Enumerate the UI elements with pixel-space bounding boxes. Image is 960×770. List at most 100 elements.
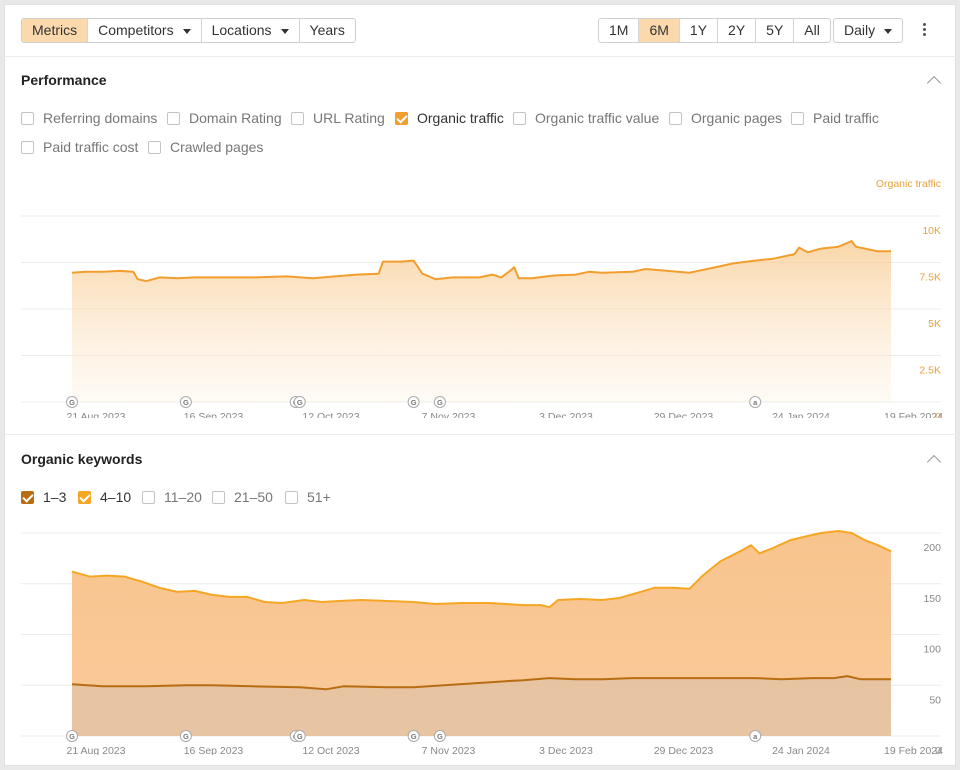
position-filter-4-10[interactable]: 4–10 — [78, 489, 131, 505]
range-button-label: 5Y — [766, 22, 784, 38]
y-tick-label: 100 — [923, 644, 941, 656]
position-filter-label: 21–50 — [234, 489, 273, 505]
chevron-up-icon[interactable] — [926, 75, 942, 91]
main-card: Metrics Competitors Locations Years 1M 6M 1Y 2… — [4, 4, 957, 766]
x-tick-label: 3 Dec 2023 — [539, 745, 593, 755]
organic-traffic-chart: 02.5K5K7.5K10KOrganic traffic21 Aug 2023… — [21, 178, 943, 418]
x-tick-label: 7 Nov 2023 — [422, 745, 476, 755]
granularity-dropdown[interactable]: Daily — [833, 18, 904, 43]
checkbox-checked-icon[interactable] — [78, 490, 91, 504]
metric-option-paid-traffic[interactable]: Paid traffic — [791, 110, 879, 126]
range-button-6m[interactable]: 6M — [639, 19, 680, 42]
annotation-marker: G — [407, 396, 420, 408]
annotation-marker: G — [293, 730, 306, 742]
annotation-marker: G — [179, 730, 192, 742]
metric-option-label: URL Rating — [313, 110, 385, 126]
annotation-label: G — [297, 398, 303, 407]
chevron-up-icon[interactable] — [926, 454, 942, 470]
metric-option-label: Organic traffic — [417, 110, 504, 126]
caret-down-icon — [280, 29, 289, 34]
metric-option-label: Paid traffic — [813, 110, 879, 126]
position-filter-label: 51+ — [307, 489, 331, 505]
metric-option-url-rating[interactable]: URL Rating — [291, 110, 385, 126]
x-tick-label: 16 Sep 2023 — [184, 745, 244, 755]
view-tab-locations[interactable]: Locations — [202, 19, 300, 42]
vertical-dots-icon[interactable] — [919, 21, 929, 41]
y-tick-label: 10K — [922, 225, 941, 237]
checkbox-icon[interactable] — [513, 111, 526, 125]
range-button-label: 2Y — [728, 22, 746, 38]
range-button-1m[interactable]: 1M — [599, 19, 640, 42]
granularity-button[interactable]: Daily — [834, 19, 902, 42]
x-tick-label: 29 Dec 2023 — [654, 745, 714, 755]
annotation-marker: a — [749, 396, 762, 408]
checkbox-icon[interactable] — [291, 111, 304, 125]
checkbox-icon[interactable] — [148, 140, 161, 154]
caret-down-icon — [884, 29, 893, 34]
range-button-5y[interactable]: 5Y — [756, 19, 795, 42]
y-tick-label: 50 — [929, 694, 941, 706]
checkbox-icon[interactable] — [142, 490, 155, 504]
x-tick-label: 19 Feb 2024 — [884, 745, 943, 755]
position-filter-1-3[interactable]: 1–3 — [21, 489, 66, 505]
range-button-label: 6M — [649, 22, 669, 38]
range-button-label: 1M — [609, 22, 629, 38]
y-tick-label: 5K — [928, 318, 941, 330]
y-axis-series-label: Organic traffic — [876, 178, 941, 190]
checkbox-icon[interactable] — [167, 111, 180, 125]
annotation-label: G — [69, 732, 75, 741]
view-tab-years[interactable]: Years — [300, 19, 355, 42]
metric-option-organic-traffic-value[interactable]: Organic traffic value — [513, 110, 659, 126]
view-tab-label: Metrics — [32, 22, 78, 38]
metric-option-organic-pages[interactable]: Organic pages — [669, 110, 782, 126]
checkbox-icon[interactable] — [212, 490, 225, 504]
view-tab-label: Years — [309, 22, 345, 38]
metric-option-crawled-pages[interactable]: Crawled pages — [148, 139, 263, 155]
annotation-label: G — [297, 732, 303, 741]
position-filter-21-50[interactable]: 21–50 — [212, 489, 273, 505]
organic-keywords-title: Organic keywords — [21, 451, 143, 467]
annotation-marker: G — [407, 730, 420, 742]
x-tick-label: 24 Jan 2024 — [772, 745, 830, 755]
view-tab-metrics[interactable]: Metrics — [22, 19, 89, 42]
position-filter-label: 1–3 — [43, 489, 67, 505]
metric-option-label: Organic traffic value — [535, 110, 660, 126]
x-tick-label: 19 Feb 2024 — [884, 411, 943, 418]
x-tick-label: 16 Sep 2023 — [184, 411, 244, 418]
position-filter-label: 4–10 — [100, 489, 132, 505]
x-tick-label: 21 Aug 2023 — [67, 745, 126, 755]
annotation-marker: G — [66, 396, 78, 408]
y-tick-label: 150 — [923, 593, 941, 605]
metric-option-paid-traffic-cost[interactable]: Paid traffic cost — [21, 139, 138, 155]
organic-keywords-chart: 05010015020021 Aug 2023 16 Sep 2023 12 Oct… — [21, 530, 943, 755]
metric-option-domain-rating[interactable]: Domain Rating — [167, 110, 282, 126]
annotation-marker: a — [749, 730, 762, 742]
metric-option-label: Domain Rating — [189, 110, 282, 126]
annotation-label: G — [183, 732, 189, 741]
checkbox-checked-icon[interactable] — [21, 490, 34, 504]
range-button-label: All — [804, 22, 820, 38]
x-tick-label: 29 Dec 2023 — [654, 411, 714, 418]
position-filter-51[interactable]: 51+ — [285, 489, 331, 505]
x-tick-label: 12 Oct 2023 — [302, 745, 359, 755]
checkbox-icon[interactable] — [791, 111, 804, 125]
annotation-marker: G — [179, 396, 192, 408]
range-button-2y[interactable]: 2Y — [718, 19, 757, 42]
range-button-all[interactable]: All — [794, 19, 830, 42]
checkbox-icon[interactable] — [21, 140, 34, 154]
metric-option-organic-traffic[interactable]: Organic traffic — [395, 110, 504, 126]
view-tab-label: Competitors — [98, 22, 174, 38]
range-button-1y[interactable]: 1Y — [680, 19, 719, 42]
checkbox-icon[interactable] — [285, 490, 298, 504]
annotation-label: G — [411, 398, 417, 407]
performance-title: Performance — [21, 72, 107, 88]
annotation-marker: G — [293, 396, 306, 408]
metric-option-referring-domains[interactable]: Referring domains — [21, 110, 157, 126]
section-divider — [5, 434, 957, 435]
checkbox-checked-icon[interactable] — [395, 111, 408, 125]
view-tab-competitors[interactable]: Competitors — [88, 19, 202, 42]
metric-option-label: Paid traffic cost — [43, 139, 139, 155]
checkbox-icon[interactable] — [21, 111, 34, 125]
checkbox-icon[interactable] — [669, 111, 682, 125]
position-filter-11-20[interactable]: 11–20 — [142, 489, 202, 505]
